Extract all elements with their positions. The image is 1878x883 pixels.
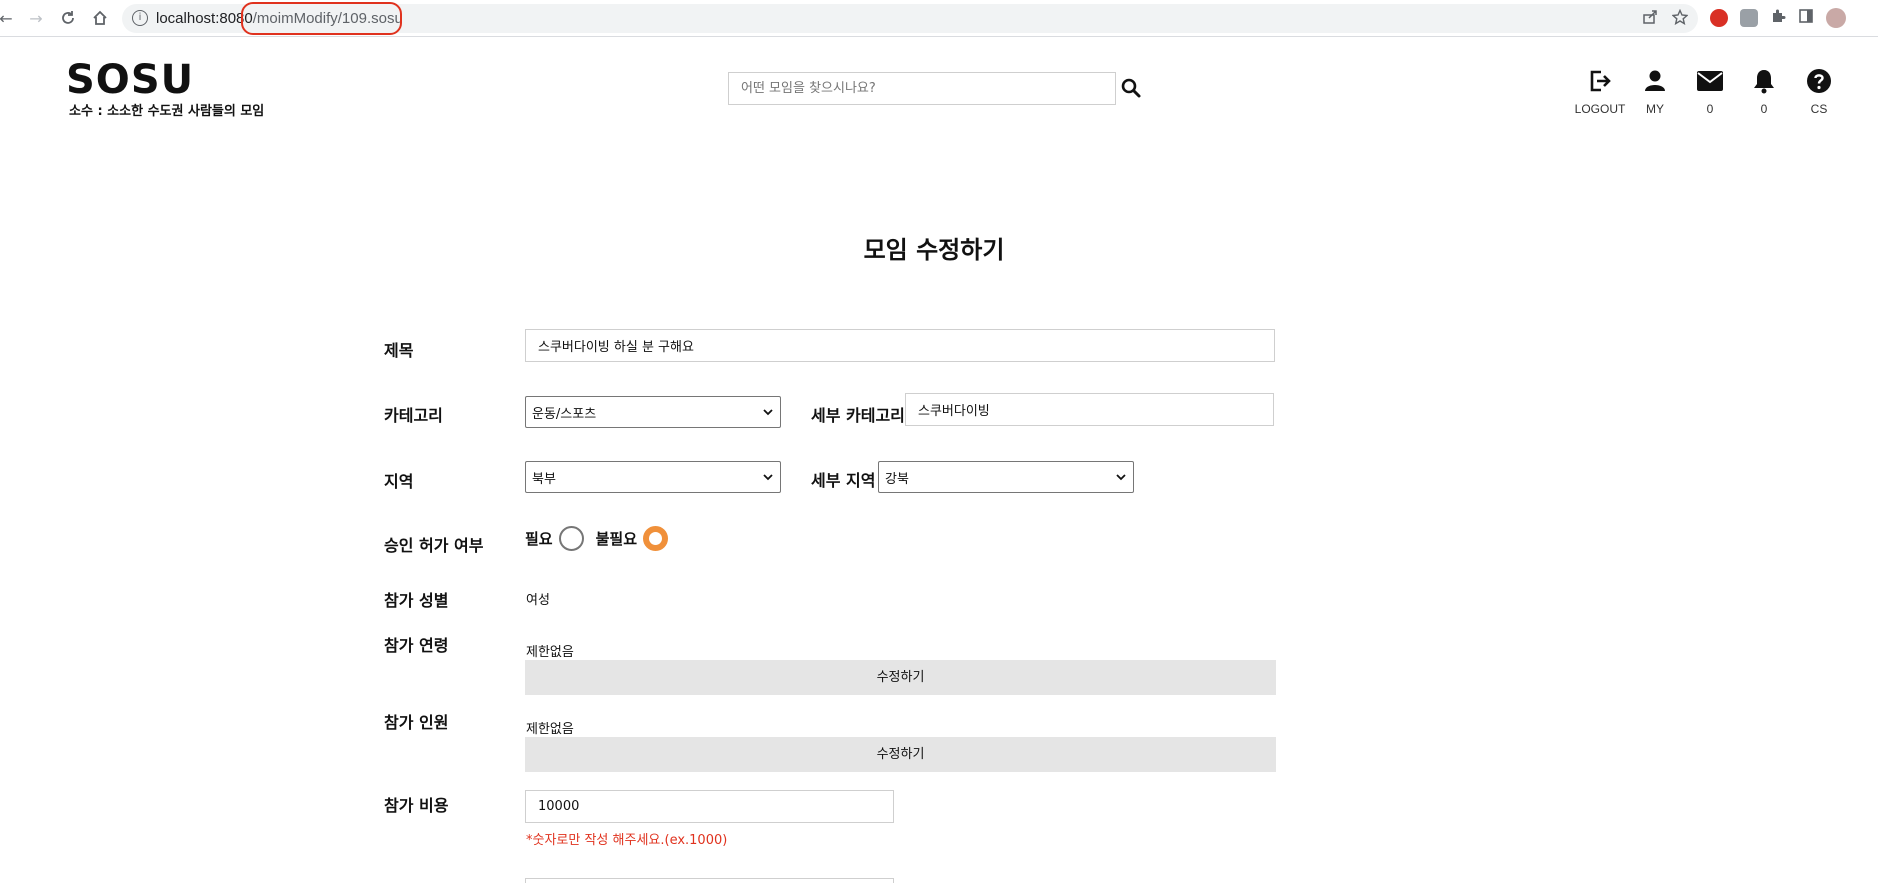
extension-red-icon[interactable] <box>1710 9 1728 27</box>
approval-not-required-radio[interactable] <box>643 526 669 551</box>
forward-icon[interactable]: → <box>24 6 48 30</box>
puzzle-extensions-icon[interactable] <box>1770 8 1786 28</box>
gender-value: 여성 <box>526 593 550 608</box>
url-host: localhost:8080 <box>156 10 253 27</box>
header-cs[interactable]: CS <box>1789 68 1849 116</box>
side-panel-icon[interactable] <box>1798 8 1814 28</box>
approval-radio-group: 필요 불필요 <box>525 526 680 551</box>
search-icon[interactable] <box>1120 77 1142 99</box>
bell-icon <box>1754 70 1774 94</box>
approval-required-radio[interactable] <box>558 526 584 551</box>
extension-gray-icon[interactable] <box>1740 9 1758 27</box>
cs-label: CS <box>1810 102 1828 116</box>
region-selected: 북부 <box>532 471 556 487</box>
profile-avatar[interactable] <box>1826 8 1846 28</box>
site-logo[interactable]: SOSU <box>66 60 194 100</box>
search-input[interactable] <box>728 72 1116 105</box>
region-label: 지역 <box>384 472 414 491</box>
logout-label: LOGOUT <box>1574 102 1626 116</box>
user-icon <box>1645 70 1665 91</box>
fee-input[interactable] <box>525 790 894 823</box>
category-label: 카테고리 <box>384 406 443 425</box>
header-messages[interactable]: 0 <box>1680 68 1740 116</box>
home-icon[interactable] <box>88 6 112 30</box>
age-value: 제한없음 <box>526 645 574 660</box>
subcategory-label: 세부 카테고리 <box>811 406 905 425</box>
subregion-select[interactable]: 강북 <box>878 461 1134 493</box>
messages-count: 0 <box>1706 102 1714 116</box>
subcategory-input[interactable] <box>905 393 1274 426</box>
title-input[interactable] <box>525 329 1275 362</box>
headcount-modify-button[interactable]: 수정하기 <box>525 737 1276 772</box>
notifications-count: 0 <box>1760 102 1768 116</box>
region-select[interactable]: 북부 <box>525 461 781 493</box>
headcount-label: 참가 인원 <box>384 713 449 732</box>
subregion-selected: 강북 <box>885 471 909 487</box>
category-select[interactable]: 운동/스포츠 <box>525 396 781 428</box>
category-selected: 운동/스포츠 <box>532 406 597 422</box>
title-label: 제목 <box>384 341 414 360</box>
back-icon[interactable]: ← <box>0 6 18 30</box>
header-logout[interactable]: LOGOUT <box>1570 68 1630 116</box>
headcount-value: 제한없음 <box>526 722 574 737</box>
bookmark-star-icon[interactable] <box>1671 8 1689 29</box>
approval-label: 승인 허가 여부 <box>384 536 484 555</box>
logout-icon <box>1590 70 1611 92</box>
site-tagline: 소수 : 소소한 수도권 사람들의 모임 <box>69 104 265 119</box>
subregion-label: 세부 지역 <box>811 471 876 490</box>
site-info-icon[interactable]: i <box>132 10 148 26</box>
header-notifications[interactable]: 0 <box>1734 68 1794 116</box>
fee-hint: *숫자로만 작성 해주세요.(ex.1000) <box>526 833 728 848</box>
chevron-down-icon <box>1116 474 1126 481</box>
share-icon[interactable] <box>1642 9 1658 29</box>
gender-label: 참가 성별 <box>384 591 449 610</box>
chevron-down-icon <box>763 409 773 416</box>
header-my[interactable]: MY <box>1625 68 1685 116</box>
approval-required-label: 필요 <box>525 530 553 548</box>
approval-not-required-label: 불필요 <box>595 530 638 548</box>
chevron-down-icon <box>763 474 773 481</box>
mail-icon <box>1697 71 1723 91</box>
fee-label: 참가 비용 <box>384 796 449 815</box>
help-icon <box>1807 69 1831 93</box>
reload-icon[interactable] <box>56 6 80 30</box>
page-title: 모임 수정하기 <box>863 236 1005 264</box>
my-label: MY <box>1646 102 1664 116</box>
browser-toolbar: ← → i localhost:8080/moimModify/109.sosu <box>0 0 1878 37</box>
next-input-partial[interactable] <box>525 878 894 883</box>
url-highlight-annotation <box>241 2 402 35</box>
age-label: 참가 연령 <box>384 636 449 655</box>
age-modify-button[interactable]: 수정하기 <box>525 660 1276 695</box>
